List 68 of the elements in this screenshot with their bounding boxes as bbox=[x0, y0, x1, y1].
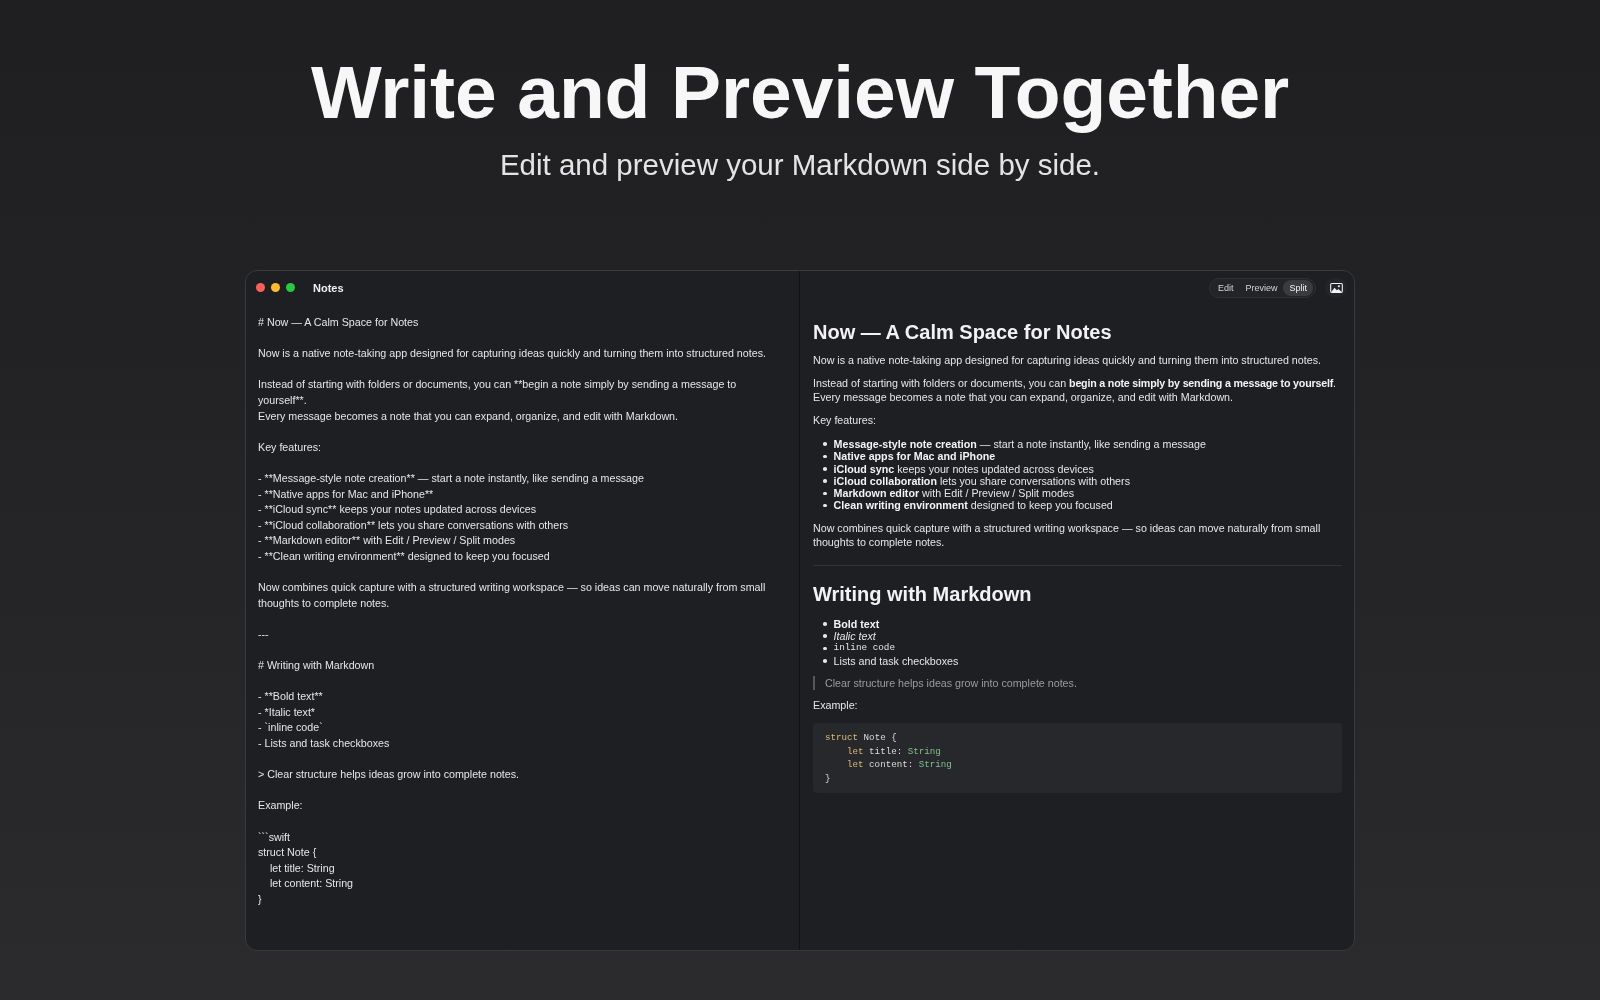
editor-line: - **Message-style note creation** — start a note instantly, like sending a message bbox=[258, 470, 645, 486]
list-item-text: Lists and task checkboxes bbox=[833, 654, 959, 667]
mode-tab[interactable]: Split bbox=[1283, 279, 1313, 296]
code-line: } bbox=[825, 771, 832, 786]
preview-paragraph: Now combines quick capture with a structured writing workspace — so ideas can move naturally from small thoughts to complete notes. bbox=[813, 520, 1322, 550]
code-line: struct Note { bbox=[825, 730, 898, 745]
preview-paragraph: Key features: bbox=[813, 412, 877, 427]
editor-line: - **Native apps for Mac and iPhone** bbox=[258, 486, 435, 502]
editor-line: - `inline code` bbox=[258, 720, 324, 736]
mode-tab[interactable]: Preview bbox=[1239, 279, 1284, 296]
editor-line: ```swift bbox=[258, 829, 292, 845]
editor-line: - **Clean writing environment** designed to keep you focused bbox=[258, 548, 551, 564]
preview-paragraph: Now is a native note-taking app designed for capturing ideas quickly and turning them into structured notes. bbox=[813, 353, 1322, 368]
code-line: let title: String bbox=[847, 744, 942, 759]
editor-line: Instead of starting with folders or documents, you can **begin a note simply by sending a message to yourself**. bbox=[258, 377, 738, 408]
close-button[interactable] bbox=[256, 283, 265, 292]
editor-line: Example: bbox=[258, 798, 304, 814]
minimize-button[interactable] bbox=[271, 283, 280, 292]
list-item-text: inline code bbox=[833, 642, 895, 655]
editor-line: - **iCloud collaboration** lets you share conversations with others bbox=[258, 517, 570, 533]
editor-line: - **Markdown editor** with Edit / Preview / Split modes bbox=[258, 533, 517, 549]
list-item-text: Bold text bbox=[833, 617, 880, 631]
editor-line: let content: String bbox=[268, 876, 355, 892]
fullscreen-button[interactable] bbox=[286, 283, 295, 292]
bullet-icon bbox=[823, 442, 827, 446]
preview-paragraph: Example: bbox=[813, 698, 859, 713]
page-subtitle: Edit and preview your Markdown side by side. bbox=[499, 147, 1101, 183]
list-item-text: Italic text bbox=[833, 630, 876, 643]
window-title: Notes bbox=[313, 281, 344, 294]
editor-line: - Lists and task checkboxes bbox=[258, 736, 391, 752]
editor-line: > Clear structure helps ideas grow into complete notes. bbox=[258, 767, 521, 783]
editor-line: let title: String bbox=[268, 860, 336, 876]
editor-line: - **Bold text** bbox=[258, 689, 324, 705]
list-item-text: Markdown editor with Edit / Preview / Split modes bbox=[833, 487, 1075, 500]
bullet-icon bbox=[823, 491, 827, 496]
editor-line: } bbox=[258, 891, 263, 907]
list-item-text: Message-style note creation — start a note instantly, like sending a message bbox=[833, 438, 1206, 451]
editor-line: --- bbox=[258, 626, 270, 642]
bullet-icon bbox=[823, 646, 827, 651]
bullet-icon bbox=[823, 479, 827, 483]
bullet-icon bbox=[823, 634, 827, 638]
preview-heading: Writing with Markdown bbox=[813, 581, 1033, 607]
editor-line: struct Note { bbox=[258, 845, 318, 861]
bullet-icon bbox=[823, 503, 827, 508]
editor-line: Every message becomes a note that you can expand, organize, and edit with Markdown. bbox=[258, 408, 680, 424]
editor-line: - *Italic text* bbox=[258, 704, 317, 720]
list-item-text: Native apps for Mac and iPhone bbox=[833, 450, 996, 463]
code-line: let content: String bbox=[847, 758, 953, 772]
image-button[interactable] bbox=[1325, 278, 1347, 297]
editor-line: - **iCloud sync** keeps your notes updated across devices bbox=[258, 502, 538, 518]
preview-paragraph: Instead of starting with folders or documents, you can begin a note simply by sending a message to yourself. Every message becomes a note that you can expand, organize, and edit with Markdown. bbox=[813, 375, 1337, 405]
mode-tab[interactable]: Edit bbox=[1211, 279, 1240, 296]
list-item-text: iCloud sync keeps your notes updated across devices bbox=[833, 462, 1094, 475]
blockquote: Clear structure helps ideas grow into complete notes. bbox=[813, 675, 1342, 691]
image-icon bbox=[1329, 282, 1343, 293]
editor-line: # Writing with Markdown bbox=[258, 658, 376, 674]
list-item-text: iCloud collaboration lets you share conversations with others bbox=[833, 474, 1130, 488]
editor-line: Now is a native note-taking app designed for capturing ideas quickly and turning them into structured notes. bbox=[258, 346, 767, 362]
list-item-text: Clean writing environment designed to keep you focused bbox=[833, 499, 1113, 512]
page-title: Write and Preview Together bbox=[310, 49, 1290, 136]
preview-heading: Now — A Calm Space for Notes bbox=[813, 320, 1113, 345]
editor-line: Key features: bbox=[258, 439, 322, 455]
bullet-icon bbox=[823, 659, 827, 663]
bullet-icon bbox=[823, 454, 827, 459]
bullet-icon bbox=[823, 466, 827, 471]
bullet-icon bbox=[823, 622, 827, 626]
editor-line: # Now — A Calm Space for Notes bbox=[258, 315, 420, 330]
editor-line: Now combines quick capture with a structured writing workspace — so ideas can move naturally from small thoughts to complete notes. bbox=[258, 580, 767, 611]
